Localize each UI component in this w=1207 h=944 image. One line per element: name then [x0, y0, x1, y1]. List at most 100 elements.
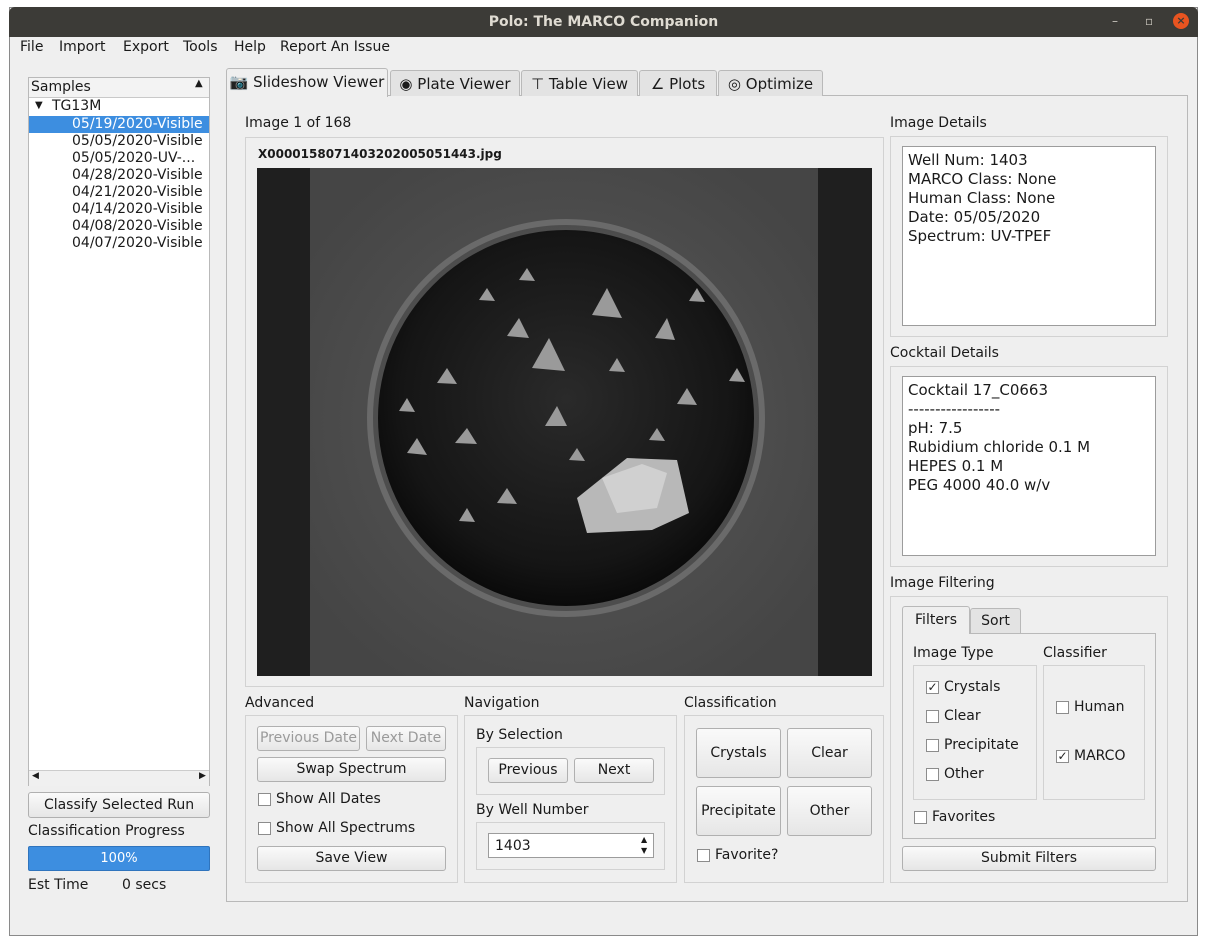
human-checkbox[interactable] — [1056, 701, 1069, 714]
tab-label: Plots — [669, 75, 706, 93]
menu-tools[interactable]: Tools — [183, 39, 218, 55]
minimize-icon[interactable]: – — [1112, 14, 1118, 28]
advanced-title: Advanced — [245, 695, 315, 711]
navigation-title: Navigation — [464, 695, 540, 711]
other-button[interactable]: Other — [787, 786, 872, 836]
tab-optimize[interactable]: ◎ Optimize — [718, 70, 823, 96]
marco-label: MARCO — [1074, 748, 1126, 764]
image-counter: Image 1 of 168 — [245, 115, 352, 131]
crystals-filter-checkbox[interactable]: ✓ — [926, 681, 939, 694]
spin-down-icon[interactable]: ▼ — [641, 845, 647, 856]
previous-date-button[interactable]: Previous Date — [257, 726, 360, 751]
tree-item[interactable]: 04/21/2020-Visible — [72, 184, 203, 201]
tab-plots[interactable]: ∠ Plots — [639, 70, 717, 96]
classifier-title: Classifier — [1043, 645, 1107, 661]
menu-file[interactable]: File — [20, 39, 43, 55]
submit-filters-button[interactable]: Submit Filters — [902, 846, 1156, 871]
next-button[interactable]: Next — [574, 758, 654, 783]
favorite-checkbox[interactable] — [697, 849, 710, 862]
clear-button[interactable]: Clear — [787, 728, 872, 778]
tab-sort[interactable]: Sort — [970, 608, 1021, 633]
tab-label: Table View — [548, 75, 628, 93]
tree-item[interactable]: 05/05/2020-UV-... — [72, 150, 195, 167]
cocktail-line: HEPES 0.1 M — [908, 457, 1004, 475]
precipitate-filter-checkbox[interactable] — [926, 739, 939, 752]
classify-selected-run-button[interactable]: Classify Selected Run — [28, 792, 210, 818]
tree-item[interactable]: 04/07/2020-Visible — [72, 235, 203, 252]
precipitate-button[interactable]: Precipitate — [696, 786, 781, 836]
cocktail-details-text[interactable]: Cocktail 17_C0663 ----------------- pH: … — [902, 376, 1156, 556]
menu-export[interactable]: Export — [123, 39, 169, 55]
est-time-value: 0 secs — [122, 877, 167, 893]
menu-help[interactable]: Help — [234, 39, 266, 55]
marco-checkbox[interactable]: ✓ — [1056, 750, 1069, 763]
close-icon[interactable]: × — [1173, 13, 1189, 29]
crystal-image-graphic — [310, 168, 818, 676]
show-all-spectrums-label: Show All Spectrums — [276, 820, 416, 836]
detail-line: Well Num: 1403 — [908, 151, 1028, 169]
favorites-checkbox[interactable] — [914, 811, 927, 824]
tab-label: Optimize — [745, 75, 814, 93]
well-number-spinbox[interactable]: 1403 ▲ ▼ — [488, 833, 654, 858]
cocktail-details-title: Cocktail Details — [890, 345, 999, 361]
precipitate-filter-label: Precipitate — [944, 737, 1019, 753]
clear-filter-checkbox[interactable] — [926, 710, 939, 723]
maximize-icon[interactable]: ▫ — [1145, 14, 1153, 28]
tab-filters[interactable]: Filters — [902, 606, 970, 634]
expand-arrow-icon[interactable]: ▼ — [35, 100, 43, 111]
tree-item[interactable]: 04/08/2020-Visible — [72, 218, 203, 235]
image-details-text[interactable]: Well Num: 1403 MARCO Class: None Human C… — [902, 146, 1156, 326]
favorites-label: Favorites — [932, 809, 996, 825]
classifier-group — [1043, 665, 1145, 800]
detail-line: Date: 05/05/2020 — [908, 208, 1041, 226]
est-time-label: Est Time — [28, 877, 89, 893]
tab-slideshow-viewer[interactable]: 📷 Slideshow Viewer — [226, 68, 388, 97]
tree-root[interactable]: TG13M — [52, 98, 101, 114]
next-date-button[interactable]: Next Date — [366, 726, 446, 751]
eye-icon: ◉ — [399, 75, 413, 93]
samples-header[interactable]: Samples ▲ — [29, 78, 209, 98]
cocktail-line: ----------------- — [908, 400, 1001, 418]
by-well-number-label: By Well Number — [476, 802, 589, 818]
cocktail-line: Cocktail 17_C0663 — [908, 381, 1048, 399]
menu-report-issue[interactable]: Report An Issue — [280, 39, 390, 55]
samples-header-label: Samples — [31, 79, 91, 95]
menu-import[interactable]: Import — [59, 39, 105, 55]
save-view-button[interactable]: Save View — [257, 846, 446, 871]
cocktail-line: Rubidium chloride 0.1 M — [908, 438, 1091, 456]
image-filtering-title: Image Filtering — [890, 575, 995, 591]
progress-text: 100% — [100, 851, 138, 866]
table-icon: ⊤ — [530, 75, 545, 93]
target-icon: ◎ — [727, 75, 742, 93]
show-all-dates-checkbox[interactable] — [258, 793, 271, 806]
tree-item[interactable]: 05/19/2020-Visible — [72, 116, 203, 133]
human-label: Human — [1074, 699, 1125, 715]
tree-item[interactable]: 04/28/2020-Visible — [72, 167, 203, 184]
tree-item[interactable]: 05/05/2020-Visible — [72, 133, 203, 150]
tab-table-view[interactable]: ⊤ Table View — [521, 70, 638, 96]
detail-line: Human Class: None — [908, 189, 1056, 207]
image-details-title: Image Details — [890, 115, 987, 131]
horizontal-scrollbar[interactable]: ◀ ▶ — [29, 770, 209, 786]
detail-line: Spectrum: UV-TPEF — [908, 227, 1052, 245]
crystals-button[interactable]: Crystals — [696, 728, 781, 778]
image-filename: X0000158071403202005051443.jpg — [258, 147, 502, 161]
previous-button[interactable]: Previous — [488, 758, 568, 783]
sort-arrow-icon: ▲ — [195, 78, 203, 89]
other-filter-checkbox[interactable] — [926, 768, 939, 781]
show-all-dates-label: Show All Dates — [276, 791, 381, 807]
swap-spectrum-button[interactable]: Swap Spectrum — [257, 757, 446, 782]
scroll-left-icon[interactable]: ◀ — [32, 771, 39, 781]
classification-title: Classification — [684, 695, 777, 711]
camera-icon: 📷 — [229, 73, 249, 91]
crystal-image[interactable] — [257, 168, 872, 676]
tree-item[interactable]: 04/14/2020-Visible — [72, 201, 203, 218]
show-all-spectrums-checkbox[interactable] — [258, 822, 271, 835]
tab-plate-viewer[interactable]: ◉ Plate Viewer — [390, 70, 520, 96]
window-title: Polo: The MARCO Companion — [9, 7, 1198, 37]
image-type-title: Image Type — [913, 645, 994, 661]
spin-up-icon[interactable]: ▲ — [641, 834, 647, 845]
scroll-right-icon[interactable]: ▶ — [199, 771, 206, 781]
cocktail-line: pH: 7.5 — [908, 419, 963, 437]
crystals-filter-label: Crystals — [944, 679, 1001, 695]
